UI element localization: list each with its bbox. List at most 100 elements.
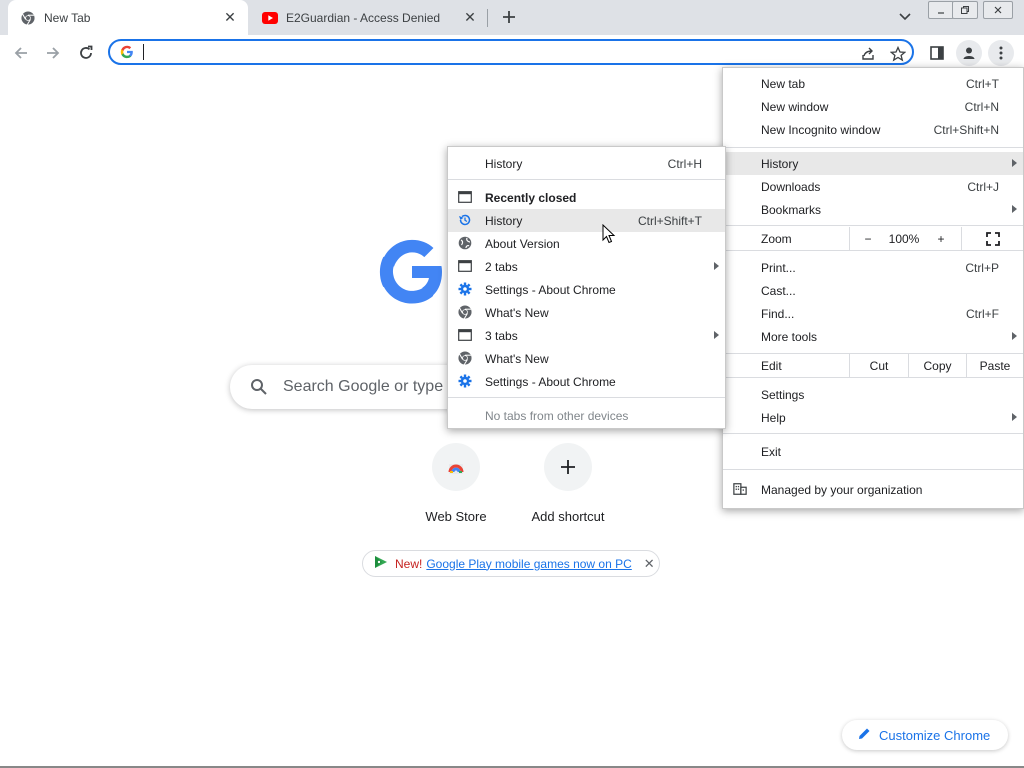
star-icon[interactable] (888, 44, 908, 64)
chrome-icon (20, 10, 36, 26)
chevron-right-icon (1012, 205, 1017, 213)
menu-item-cast[interactable]: Cast... (723, 279, 1023, 302)
recent-item-2-tabs[interactable]: 2 tabs (448, 255, 725, 278)
recent-item-history[interactable]: History Ctrl+Shift+T (448, 209, 725, 232)
arrow-right-icon (47, 47, 60, 59)
back-button[interactable] (8, 40, 34, 66)
copy-button[interactable]: Copy (909, 354, 966, 377)
window-icon (458, 328, 472, 342)
no-other-devices-label: No tabs from other devices (485, 408, 629, 423)
menu-item-new-window[interactable]: New window Ctrl+N (723, 95, 1023, 118)
tab-search-button[interactable] (895, 8, 915, 26)
profile-button[interactable] (956, 40, 982, 66)
promo-chip: New! Google Play mobile games now on PC … (362, 550, 660, 577)
menu-item-print[interactable]: Print... Ctrl+P (723, 256, 1023, 279)
menu-item-new-incognito[interactable]: New Incognito window Ctrl+Shift+N (723, 118, 1023, 141)
window-icon (458, 259, 472, 273)
shortcut-web-store[interactable]: Web Store (400, 443, 512, 524)
new-tab-button[interactable] (498, 6, 520, 28)
shortcut-label: Web Store (425, 509, 487, 524)
recent-item-about-version[interactable]: About Version (448, 232, 725, 255)
chrome-menu-button[interactable] (988, 40, 1014, 66)
text-cursor (143, 44, 144, 60)
fullscreen-button[interactable] (981, 227, 1005, 250)
reload-icon (80, 45, 93, 59)
google-play-games-icon (373, 554, 389, 573)
menu-divider (448, 397, 725, 398)
plus-icon (503, 11, 515, 23)
recent-item-settings-about-chrome[interactable]: Settings - About Chrome (448, 370, 725, 393)
close-icon[interactable]: ✕ (644, 556, 655, 572)
side-panel-button[interactable] (924, 40, 950, 66)
cut-button[interactable]: Cut (850, 354, 908, 377)
recent-item-whats-new[interactable]: What's New (448, 347, 725, 370)
youtube-icon (262, 10, 278, 26)
zoom-in-button[interactable]: + (929, 227, 953, 250)
tab-e2guardian[interactable]: E2Guardian - Access Denied ✕ (250, 0, 488, 35)
globe-icon (458, 236, 472, 250)
chrome-icon (458, 351, 472, 365)
customize-chrome-button[interactable]: Customize Chrome (842, 720, 1008, 750)
zoom-out-button[interactable]: − (857, 227, 879, 250)
webstore-icon (432, 443, 480, 491)
tab-divider (487, 9, 488, 27)
chrome-icon (458, 305, 472, 319)
more-vert-icon (999, 46, 1003, 60)
chrome-main-menu: New tab Ctrl+T New window Ctrl+N New Inc… (722, 67, 1024, 509)
submenu-item-history[interactable]: History Ctrl+H (448, 152, 725, 175)
recent-item-settings-about-chrome[interactable]: Settings - About Chrome (448, 278, 725, 301)
chevron-right-icon (714, 262, 719, 270)
tab-strip: New Tab ✕ E2Guardian - Access Denied ✕ (0, 0, 1024, 35)
history-submenu: History Ctrl+H Recently closed History C… (447, 146, 726, 429)
menu-item-exit[interactable]: Exit (723, 440, 1023, 463)
paste-button[interactable]: Paste (967, 354, 1023, 377)
avatar-icon (963, 47, 975, 59)
tab-new-tab[interactable]: New Tab ✕ (8, 0, 248, 35)
share-icon[interactable] (858, 44, 878, 64)
fullscreen-icon (986, 231, 1000, 246)
chevron-right-icon (714, 331, 719, 339)
building-icon (733, 482, 747, 496)
google-logo (376, 236, 448, 311)
menu-item-find[interactable]: Find... Ctrl+F (723, 302, 1023, 325)
recently-closed-header: Recently closed (448, 186, 725, 209)
promo-link[interactable]: Google Play mobile games now on PC (426, 557, 631, 571)
customize-label: Customize Chrome (879, 727, 991, 743)
chevron-right-icon (1012, 413, 1017, 421)
side-panel-icon (930, 46, 944, 60)
restore-button[interactable] (952, 1, 978, 19)
menu-item-downloads[interactable]: Downloads Ctrl+J (723, 175, 1023, 198)
menu-divider (723, 433, 1023, 434)
shortcut-add[interactable]: Add shortcut (512, 443, 624, 524)
menu-item-history[interactable]: History (723, 152, 1023, 175)
forward-button[interactable] (40, 40, 66, 66)
menu-divider (723, 225, 1023, 226)
menu-item-managed[interactable]: Managed by your organization (723, 478, 1023, 501)
menu-divider (723, 250, 1023, 251)
promo-new-label: New! (395, 556, 423, 571)
close-window-button[interactable] (983, 1, 1013, 19)
menu-item-help[interactable]: Help (723, 406, 1023, 429)
arrow-left-icon (14, 47, 27, 59)
zoom-level: 100% (888, 231, 920, 246)
recent-item-3-tabs[interactable]: 3 tabs (448, 324, 725, 347)
shortcut-label: Add shortcut (531, 509, 605, 524)
tab-title: E2Guardian - Access Denied (286, 10, 441, 25)
minimize-button[interactable] (928, 1, 954, 19)
recent-item-whats-new[interactable]: What's New (448, 301, 725, 324)
close-icon[interactable]: ✕ (462, 9, 478, 26)
menu-item-bookmarks[interactable]: Bookmarks (723, 198, 1023, 221)
menu-divider (723, 147, 1023, 148)
menu-item-settings[interactable]: Settings (723, 383, 1023, 406)
reload-button[interactable] (73, 40, 99, 66)
menu-item-more-tools[interactable]: More tools (723, 325, 1023, 348)
window-icon (458, 190, 472, 204)
history-icon (458, 213, 472, 227)
restore-icon (961, 6, 969, 14)
chevron-right-icon (1012, 332, 1017, 340)
address-bar[interactable] (108, 39, 914, 65)
menu-divider (723, 377, 1023, 378)
menu-item-new-tab[interactable]: New tab Ctrl+T (723, 72, 1023, 95)
chevron-down-icon (899, 13, 911, 21)
close-icon[interactable]: ✕ (222, 9, 238, 26)
